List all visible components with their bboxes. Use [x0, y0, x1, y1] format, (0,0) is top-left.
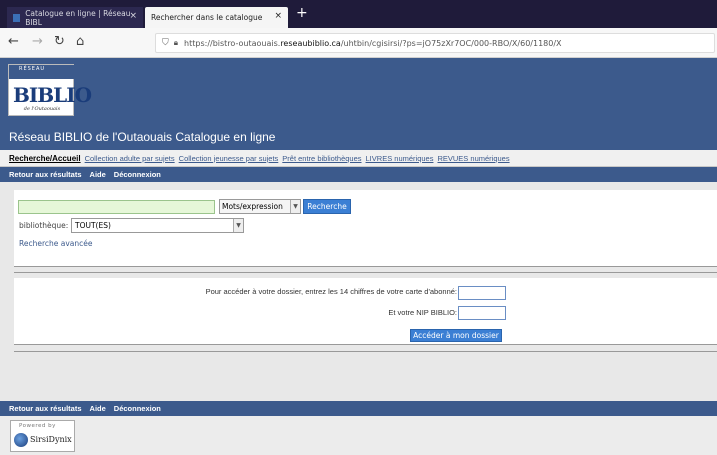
browser-tab-rechercher[interactable]: Rechercher dans le catalogue × [145, 7, 288, 28]
powered-by-text: Powered by [19, 423, 56, 429]
divider [14, 272, 717, 273]
url-domain: reseaubiblio.ca [280, 38, 341, 48]
tab-revues-numeriques[interactable]: REVUES numériques [437, 154, 509, 163]
favicon-icon [13, 13, 21, 22]
logout-link[interactable]: Déconnexion [114, 404, 161, 413]
url-prefix: https://bistro-outaouais. [184, 38, 281, 48]
close-tab-icon[interactable]: × [129, 11, 137, 21]
site-header: RÉSEAU BIBLIO de l'Outaouais Réseau BIBL… [0, 58, 717, 150]
back-arrow-icon[interactable]: ← [8, 34, 19, 49]
browser-tab-catalogue[interactable]: Catalogue en ligne | Réseau BIBL × [7, 7, 143, 28]
pin-input[interactable] [458, 306, 506, 320]
site-title: Réseau BIBLIO de l'Outaouais Catalogue e… [9, 130, 276, 144]
globe-icon [14, 433, 28, 447]
sirsidynix-badge[interactable]: Powered by SirsiDynix [10, 420, 75, 452]
library-label: bibliothèque: [19, 221, 69, 230]
close-tab-icon[interactable]: × [274, 11, 282, 21]
back-to-results-link[interactable]: Retour aux résultats [9, 404, 82, 413]
pin-label: Et votre NIP BIBLIO: [388, 308, 457, 317]
logo-main-text: BIBLIO [13, 83, 92, 107]
chevron-down-icon: ▼ [290, 200, 300, 213]
browser-nav-bar: ← → ↻ ⌂ ⛉ 🔒︎ https://bistro-outaouais. re… [0, 28, 717, 58]
search-mode-select[interactable]: Mots/expression ▼ [219, 199, 301, 214]
back-to-results-link[interactable]: Retour aux résultats [9, 170, 82, 179]
catalogue-tabs: Recherche/Accueil Collection adulte par … [0, 150, 717, 167]
new-tab-icon[interactable]: + [296, 5, 308, 21]
advanced-search-link[interactable]: Recherche avancée [19, 239, 93, 248]
logo-sub-text: de l'Outaouais [23, 106, 61, 112]
login-panel: Pour accéder à votre dossier, entrez les… [14, 278, 717, 345]
home-icon[interactable]: ⌂ [76, 34, 84, 49]
card-number-label: Pour accéder à votre dossier, entrez les… [205, 287, 457, 296]
logo-top-text: RÉSEAU [19, 66, 46, 72]
access-account-button[interactable]: Accéder à mon dossier [410, 329, 502, 342]
tab-collection-adulte[interactable]: Collection adulte par sujets [85, 154, 175, 163]
lock-icon: 🔒︎ [173, 38, 179, 47]
url-bar[interactable]: ⛉ 🔒︎ https://bistro-outaouais. reseaubibl… [155, 33, 715, 53]
card-number-input[interactable] [458, 286, 506, 300]
forward-arrow-icon[interactable]: → [32, 34, 43, 49]
browser-tab-bar: Catalogue en ligne | Réseau BIBL × Reche… [0, 0, 717, 28]
url-path: /uhtbin/cgisirsi/?ps=jO75zXr7OC/000-RBO/… [340, 38, 562, 48]
help-link[interactable]: Aide [90, 170, 106, 179]
tab-livres-numeriques[interactable]: LIVRES numériques [366, 154, 434, 163]
search-input[interactable] [18, 200, 215, 214]
logout-link[interactable]: Déconnexion [114, 170, 161, 179]
chevron-down-icon: ▼ [233, 219, 243, 232]
vendor-name: SirsiDynix [30, 435, 72, 444]
search-button[interactable]: Recherche [303, 199, 351, 214]
action-bar-top: Retour aux résultats Aide Déconnexion [0, 167, 717, 182]
tab-recherche-accueil[interactable]: Recherche/Accueil [9, 154, 81, 163]
tab-collection-jeunesse[interactable]: Collection jeunesse par sujets [179, 154, 279, 163]
shield-icon: ⛉ [162, 38, 169, 48]
tab-label: Catalogue en ligne | Réseau BIBL [25, 8, 131, 27]
search-panel: Mots/expression ▼ Recherche bibliothèque… [14, 190, 717, 267]
action-bar-bottom: Retour aux résultats Aide Déconnexion [0, 401, 717, 416]
biblio-logo[interactable]: RÉSEAU BIBLIO de l'Outaouais [8, 64, 92, 116]
tab-pret-entre-bibliotheques[interactable]: Prêt entre bibliothèques [282, 154, 361, 163]
library-value: TOUT(ES) [75, 221, 111, 230]
help-link[interactable]: Aide [90, 404, 106, 413]
divider [14, 351, 717, 352]
footer [0, 416, 717, 455]
tab-label: Rechercher dans le catalogue [151, 13, 263, 22]
reload-icon[interactable]: ↻ [54, 34, 65, 49]
library-select[interactable]: TOUT(ES) ▼ [71, 218, 244, 233]
search-mode-value: Mots/expression [222, 202, 283, 211]
